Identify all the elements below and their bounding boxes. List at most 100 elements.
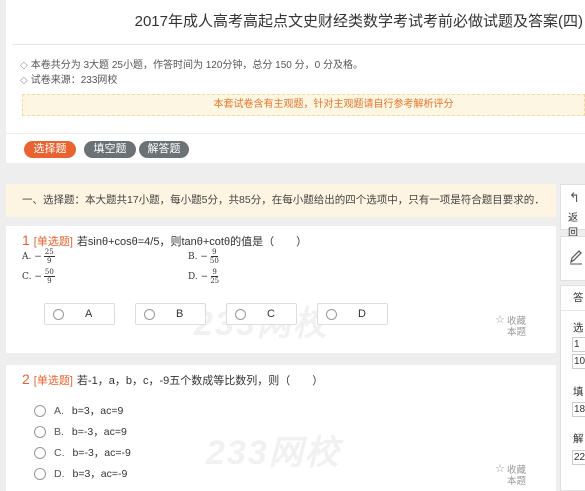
question-type: [单选题] — [33, 236, 73, 248]
exam-header: 2017年成人高考高起点文史财经类数学考试考前必做试题及答案(四) ◇ 本卷共分为… — [6, 0, 585, 133]
favorite-label: 本题 — [506, 476, 526, 487]
sheet-divider — [561, 310, 585, 311]
question-header: 2 [单选题] 若-1，a，b，c，-9五个数成等比数列，则（ ） — [22, 371, 323, 388]
option-text: b=3，ac=9 — [71, 405, 124, 417]
fraction: 9 25 — [210, 268, 219, 285]
exam-info: ◇ 本卷共分为 3大题 25小题，作答时间为 120分钟，总分 150 分，0 分… — [20, 56, 363, 71]
bullet-icon: ◇ — [20, 75, 28, 86]
favorite-label: 收藏 — [506, 465, 526, 476]
sheet-cell[interactable]: 18 — [572, 402, 585, 417]
tab-answer[interactable]: 解答题 — [139, 141, 189, 158]
option-a[interactable]: A. b=3，ac=9 — [34, 403, 123, 418]
question-card-2: 233网校 2 [单选题] 若-1，a，b，c，-9五个数成等比数列，则（ ） A.… — [6, 365, 556, 491]
header-divider — [12, 44, 585, 45]
denominator: 9 — [47, 257, 52, 265]
radio-icon[interactable] — [326, 309, 337, 320]
question-number: 2 — [22, 371, 30, 387]
sheet-section-answer: 解 — [573, 433, 584, 445]
math-option-b: B. −9 50 — [188, 248, 219, 265]
question-number: 1 — [22, 232, 30, 248]
option-letter: B. — [188, 251, 198, 262]
option-sign: − — [200, 271, 209, 282]
choice-d[interactable]: D — [317, 303, 388, 325]
radio-icon[interactable] — [144, 309, 155, 320]
question-text: 若-1，a，b，c，-9五个数成等比数列，则（ ） — [76, 375, 324, 387]
option-b[interactable]: B. b=-3，ac=9 — [34, 424, 127, 439]
option-letter: C. — [22, 271, 32, 282]
radio-icon[interactable] — [34, 446, 46, 459]
radio-icon[interactable] — [34, 425, 46, 438]
choice-c[interactable]: C — [226, 303, 297, 325]
exam-title: 2017年成人高考高起点文史财经类数学考试考前必做试题及答案(四) — [134, 13, 583, 30]
denominator: 9 — [47, 277, 52, 285]
option-letter: A. — [54, 404, 64, 417]
numerator: 50 — [43, 268, 55, 277]
answer-sheet-title: 答 — [573, 292, 584, 304]
option-text: b=3，ac=-9 — [72, 468, 128, 480]
option-d[interactable]: D. b=3，ac=-9 — [34, 466, 127, 481]
exam-info-text: 本卷共分为 3大题 25小题，作答时间为 120分钟，总分 150 分，0 分及… — [30, 60, 363, 71]
choice-label: B — [176, 308, 184, 320]
sheet-cell[interactable]: 10 — [572, 354, 585, 369]
star-icon: ☆ — [494, 463, 505, 475]
sheet-section-choice: 选 — [573, 322, 584, 334]
option-letter: C. — [54, 446, 65, 459]
radio-icon[interactable] — [34, 404, 46, 417]
option-letter: B. — [54, 425, 64, 438]
choice-label: D — [358, 308, 366, 320]
choice-label: C — [267, 308, 275, 320]
watermark: 233网校 — [206, 434, 341, 472]
choice-a[interactable]: A — [44, 303, 115, 325]
fraction: 50 9 — [43, 268, 55, 285]
option-sign: − — [34, 251, 42, 262]
section-banner: 一、选择题：本大题共17小题，每小题5分，共85分，在每小题给出的四个选项中，只… — [6, 184, 556, 217]
question-text: 若sinθ+cosθ=4/5，则tanθ+cotθ的值是（ ） — [76, 236, 308, 248]
numerator: 9 — [211, 248, 218, 257]
back-button[interactable]: ↰ 返回 — [560, 184, 585, 239]
option-c[interactable]: C. b=-3，ac=-9 — [34, 445, 131, 460]
sheet-cell[interactable]: 1 — [572, 337, 585, 352]
question-card-1: 233网校 1[单选题]若sinθ+cosθ=4/5，则tanθ+cotθ的值是… — [6, 226, 556, 353]
radio-icon[interactable] — [235, 309, 246, 320]
option-text: b=-3，ac=9 — [71, 426, 127, 438]
choice-b[interactable]: B — [135, 303, 206, 325]
pencil-icon — [570, 250, 582, 265]
option-text: b=-3，ac=-9 — [72, 447, 131, 459]
favorite-button[interactable]: ☆ 收藏 本题 — [495, 315, 526, 339]
sheet-cell[interactable]: 22 — [572, 450, 585, 465]
option-letter: D. — [188, 271, 198, 282]
back-label: 返回 — [568, 213, 578, 239]
subjective-notice: 本套试卷含有主观题，针对主观题请自行参考解析评分 — [22, 94, 585, 116]
exam-source: ◇ 试卷来源：233网校 — [20, 71, 117, 86]
answer-sheet: 答 选 1 10 填 18 解 22 — [560, 285, 585, 491]
back-arrow-icon: ↰ — [569, 190, 580, 205]
question-type: [单选题] — [33, 375, 73, 387]
numerator: 9 — [211, 268, 218, 277]
option-letter: A. — [22, 251, 32, 262]
choice-label: A — [85, 308, 93, 320]
tab-fill-blank[interactable]: 填空题 — [84, 141, 136, 158]
math-option-c: C. −50 9 — [22, 268, 55, 285]
favorite-label: 本题 — [506, 327, 526, 338]
right-panel: ↰ 返回 答 选 1 10 填 18 解 22 — [560, 184, 585, 491]
math-option-a: A. −25 9 — [22, 248, 55, 265]
numerator: 25 — [43, 248, 55, 257]
math-option-d: D. −9 25 — [188, 268, 219, 285]
option-letter: D. — [54, 467, 65, 480]
radio-icon[interactable] — [53, 309, 64, 320]
sheet-section-fill: 填 — [573, 386, 584, 398]
bullet-icon: ◇ — [20, 60, 28, 71]
section-tabs: 选择题 填空题 解答题 — [6, 133, 585, 163]
favorite-button[interactable]: ☆ 收藏 本题 — [495, 464, 526, 488]
option-sign: − — [34, 271, 42, 282]
fraction: 25 9 — [43, 248, 55, 265]
star-icon: ☆ — [494, 314, 505, 326]
tab-choice[interactable]: 选择题 — [24, 141, 76, 158]
radio-icon[interactable] — [34, 467, 46, 480]
draft-button[interactable] — [560, 236, 585, 281]
fraction: 9 50 — [210, 248, 219, 265]
favorite-label: 收藏 — [506, 316, 526, 327]
option-sign: − — [200, 251, 208, 262]
exam-source-text: 试卷来源：233网校 — [30, 75, 118, 86]
denominator: 25 — [210, 277, 220, 285]
